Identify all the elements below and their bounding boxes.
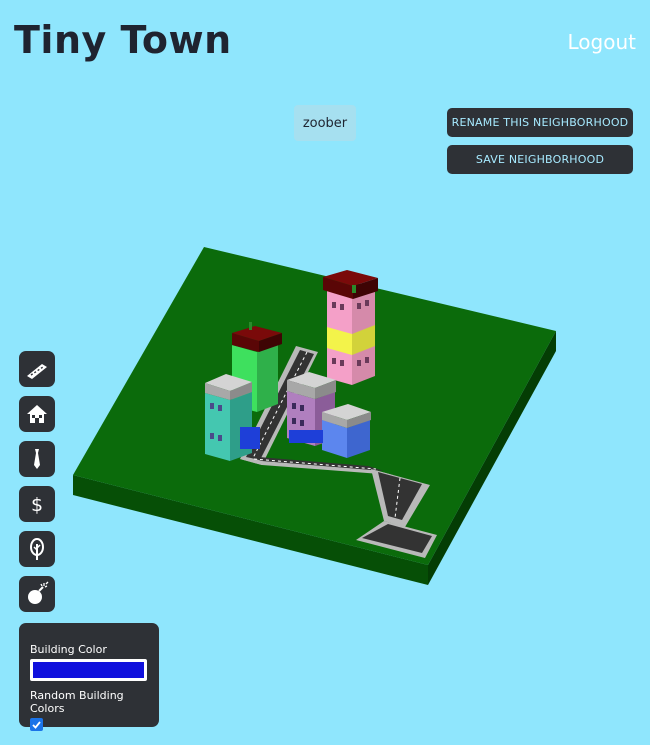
tiny-town-page: Tiny Town Logout zoober RENAME THIS NEIG… [0,0,650,745]
tie-icon [34,449,40,469]
demolish-tool-button[interactable] [19,576,55,612]
house-tool-button[interactable] [19,396,55,432]
random-colors-checkbox[interactable] [30,718,43,731]
road-tool-button[interactable] [19,351,55,387]
building-pink-tower [323,270,378,385]
road-icon [27,364,47,379]
random-colors-label: Random Building Colors [30,689,124,715]
commercial-tool-button[interactable]: $ [19,486,55,522]
bomb-icon [28,581,49,604]
dollar-glyph: $ [31,494,43,516]
dollar-icon: $ [31,494,43,516]
house-icon [27,405,47,423]
building-settings-panel: Building Color Random Building Colors [19,623,159,731]
tree-tool-button[interactable] [19,531,55,567]
tree-icon [30,538,44,560]
checkmark-icon [32,721,41,729]
building-teal [205,374,260,461]
building-color-input[interactable] [30,659,147,681]
building-color-label: Building Color [30,643,107,656]
tool-palette: $ [19,351,55,621]
office-tool-button[interactable] [19,441,55,477]
